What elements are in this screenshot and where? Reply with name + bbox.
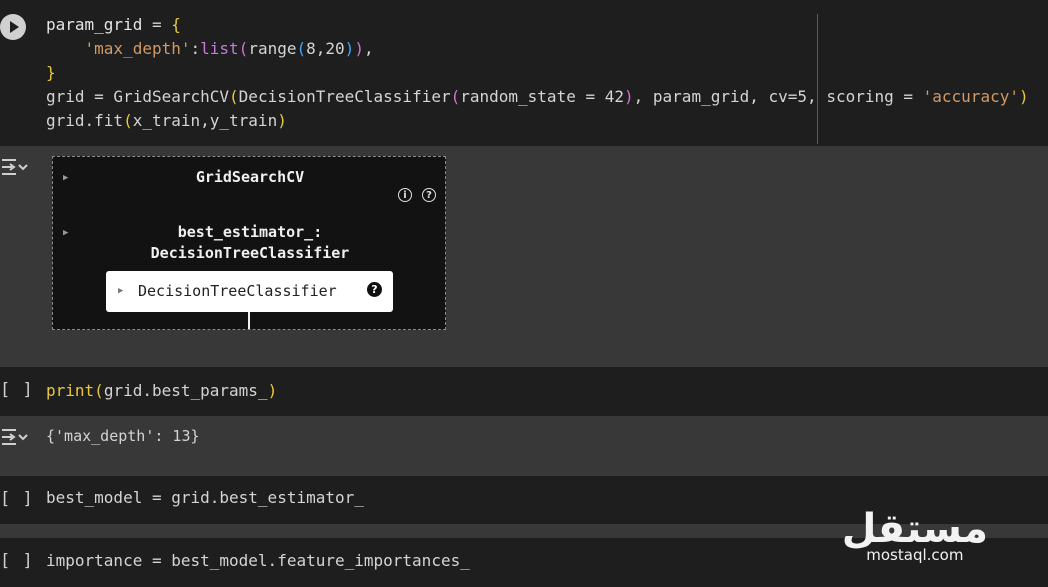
output-area-2: {'max_depth': 13} bbox=[0, 416, 1048, 476]
expand-triangle-icon[interactable]: ▶ bbox=[118, 286, 123, 296]
help-icon[interactable]: ? bbox=[422, 188, 436, 202]
cell-bracket[interactable]: [ ] bbox=[0, 551, 34, 571]
code-line: print(grid.best_params_) bbox=[46, 381, 278, 400]
code-line: importance = best_model.feature_importan… bbox=[46, 551, 470, 570]
code-cell-1[interactable]: param_grid = { 'max_depth':list(range(8,… bbox=[0, 0, 1048, 146]
best-estimator-label[interactable]: best_estimator_: bbox=[53, 223, 447, 241]
help-icon[interactable]: ? bbox=[367, 282, 382, 297]
output-toggle-icon[interactable] bbox=[0, 156, 28, 178]
estimator-label: DecisionTreeClassifier bbox=[138, 282, 337, 300]
best-estimator-class: DecisionTreeClassifier bbox=[150, 244, 350, 262]
code-line: best_model = grid.best_estimator_ bbox=[46, 488, 364, 507]
code-line-1: param_grid = { bbox=[46, 15, 181, 34]
code-line-4: grid = GridSearchCV(DecisionTreeClassifi… bbox=[46, 87, 1029, 106]
gridsearchcv-title[interactable]: GridSearchCV bbox=[53, 168, 447, 186]
info-icon[interactable]: i bbox=[398, 188, 412, 202]
output-toggle-icon[interactable] bbox=[0, 426, 28, 448]
run-cell-icon bbox=[1, 15, 25, 39]
watermark-arabic: مستقل bbox=[841, 506, 988, 552]
mostaql-watermark: مستقل mostaql.com bbox=[842, 508, 988, 564]
cell-bracket[interactable]: [ ] bbox=[0, 489, 34, 509]
estimator-box[interactable]: ▶ DecisionTreeClassifier ? bbox=[106, 271, 393, 312]
output-text: {'max_depth': 13} bbox=[46, 427, 200, 445]
code-line-5: grid.fit(x_train,y_train) bbox=[46, 111, 287, 130]
code-cell-2[interactable]: [ ] print(grid.best_params_) bbox=[0, 367, 1048, 416]
code-line-3: } bbox=[46, 63, 56, 82]
diagram-connector bbox=[248, 312, 250, 329]
ruler-line bbox=[817, 14, 818, 144]
run-cell-button[interactable] bbox=[0, 14, 26, 40]
cell-bracket[interactable]: [ ] bbox=[0, 380, 34, 400]
code-line-2: 'max_depth':list(range(8,20)), bbox=[46, 39, 374, 58]
